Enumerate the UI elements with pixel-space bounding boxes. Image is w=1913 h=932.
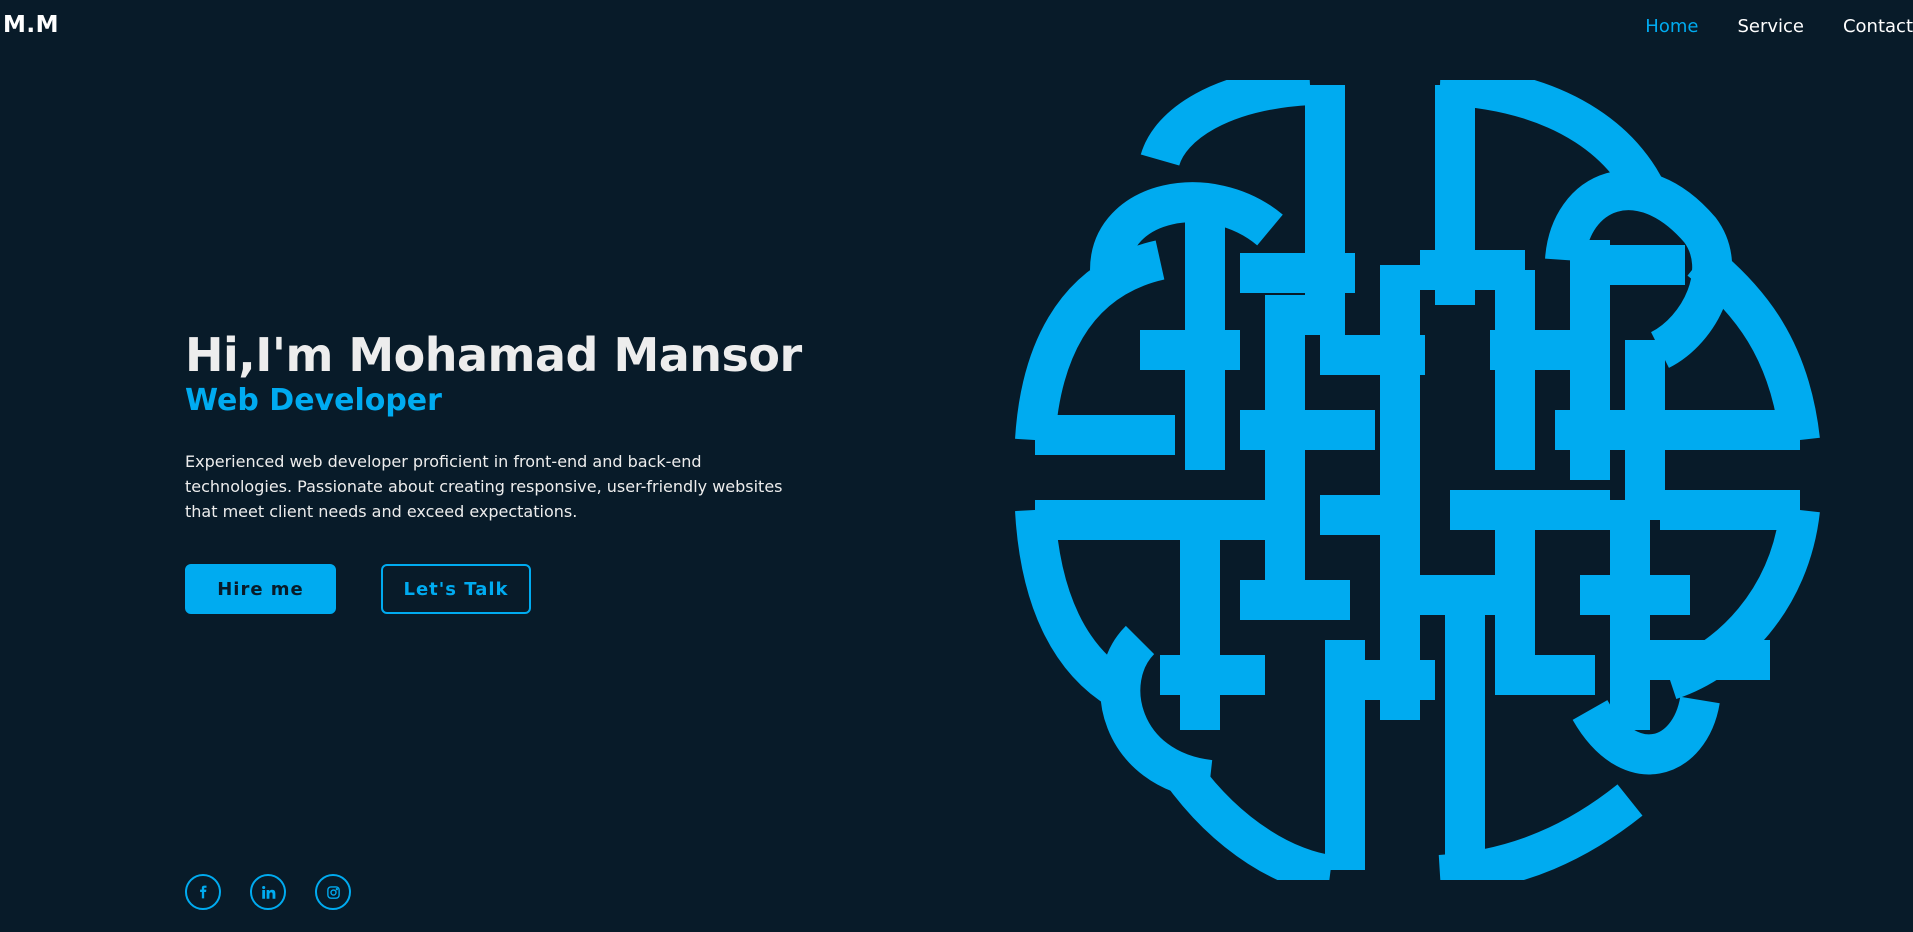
hero-title: Hi,I'm Mohamad Mansor <box>185 328 802 382</box>
nav-contact[interactable]: Contact <box>1843 16 1913 37</box>
main-nav: Home Service Contact <box>1606 16 1913 37</box>
linkedin-icon[interactable] <box>250 874 286 910</box>
hero-description: Experienced web developer proficient in … <box>185 452 783 521</box>
page: M.M Home Service Contact Hi,I'm Mohamad … <box>0 0 1913 932</box>
nav-service[interactable]: Service <box>1737 16 1804 37</box>
lets-talk-button[interactable]: Let's Talk <box>381 564 531 614</box>
hero-section: Hi,I'm Mohamad Mansor Web Developer Expe… <box>185 325 825 524</box>
logo[interactable]: M.M <box>3 12 59 38</box>
nav-home[interactable]: Home <box>1645 16 1698 37</box>
celtic-knot-illustration <box>1015 80 1820 880</box>
social-links <box>185 874 380 910</box>
hero-buttons: Hire me Let's Talk <box>185 564 531 614</box>
hero-subtitle: Web Developer <box>185 383 442 418</box>
instagram-icon[interactable] <box>315 874 351 910</box>
hire-me-button[interactable]: Hire me <box>185 564 336 614</box>
facebook-icon[interactable] <box>185 874 221 910</box>
